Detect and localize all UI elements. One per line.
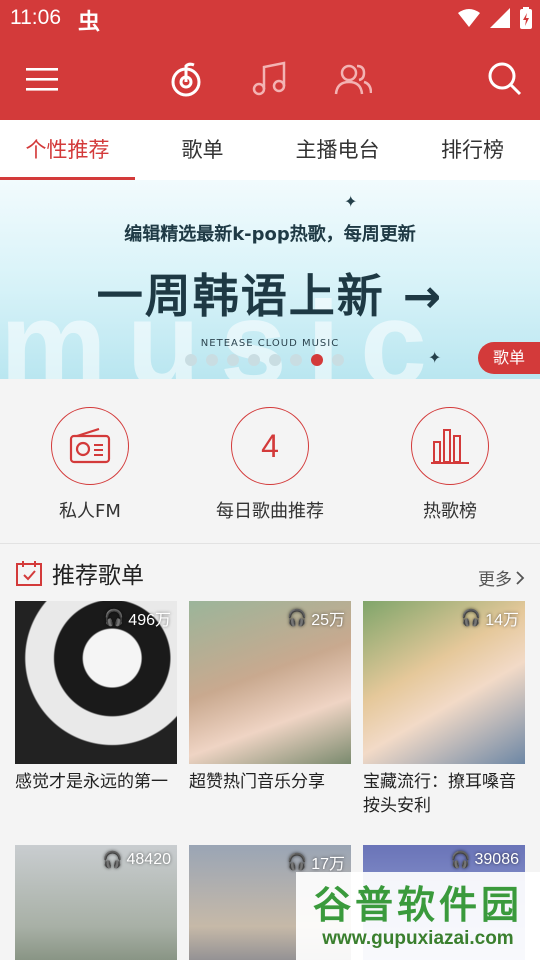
chevron-right-icon <box>516 570 525 585</box>
banner-dot[interactable] <box>206 354 218 366</box>
headphones-icon: 🎧 <box>104 610 125 627</box>
banner-dot[interactable] <box>332 354 344 366</box>
status-time: 11:06 <box>10 6 61 29</box>
quick-label: 热歌榜 <box>423 501 477 522</box>
play-count: 🎧 496万 <box>104 606 171 630</box>
banner-badge: 歌单 <box>478 342 540 374</box>
daily-number: 4 <box>261 427 279 464</box>
wifi-icon <box>458 9 480 27</box>
playlist-card[interactable]: 🎧 496万 感觉才是永远的第一 <box>15 601 177 794</box>
play-count-value: 14万 <box>485 612 519 629</box>
quick-label: 私人FM <box>59 501 121 522</box>
banner-dot[interactable] <box>185 354 197 366</box>
banner-subtitle: 编辑精选最新k-pop热歌，每周更新 <box>124 224 416 245</box>
playlist-card[interactable]: 🎧 14万 宝藏流行：撩耳嗓音按头安利 <box>363 601 525 818</box>
tab-playlists[interactable]: 歌单 <box>135 120 270 180</box>
quick-item-hot-chart[interactable]: 热歌榜 <box>380 407 520 523</box>
banner-pagination <box>185 354 344 366</box>
play-count: 🎧 25万 <box>287 606 345 630</box>
banner-dot[interactable] <box>311 354 323 366</box>
banner-dot[interactable] <box>290 354 302 366</box>
headphones-icon: 🎧 <box>461 610 482 627</box>
playlist-cover: 🎧 48420 <box>15 845 177 960</box>
playlist-cover: 🎧 496万 <box>15 601 177 764</box>
daily-date-badge: 4 <box>231 407 309 485</box>
tab-bar: 个性推荐 歌单 主播电台 排行榜 <box>0 120 540 180</box>
playlist-name: 感觉才是永远的第一 <box>15 772 168 792</box>
quick-label: 每日歌曲推荐 <box>216 501 324 522</box>
menu-icon[interactable] <box>24 60 62 98</box>
quick-entries: 私人FM 4 每日歌曲推荐 热歌榜 <box>0 379 540 544</box>
watermark-url: www.gupuxiazai.com <box>322 928 514 949</box>
system-icons <box>458 7 532 29</box>
play-count-value: 48420 <box>126 851 172 868</box>
headphones-icon: 🎧 <box>287 854 308 871</box>
headphones-icon: 🎧 <box>287 610 308 627</box>
playlist-name: 超赞热门音乐分享 <box>189 772 325 792</box>
section-header: 推荐歌单 <box>16 556 144 590</box>
banner-dot[interactable] <box>248 354 260 366</box>
tab-recommend[interactable]: 个性推荐 <box>0 120 135 180</box>
tab-charts[interactable]: 排行榜 <box>405 120 540 180</box>
quick-item-daily[interactable]: 4 每日歌曲推荐 <box>200 407 340 523</box>
radio-icon <box>51 407 129 485</box>
watermark-title: 谷普软件园 <box>312 883 523 927</box>
playlist-card[interactable]: 🎧 25万 超赞热门音乐分享 <box>189 601 351 794</box>
play-count: 🎧 39086 <box>451 850 519 870</box>
banner-brand: NETEASE CLOUD MUSIC <box>200 338 340 349</box>
play-count: 🎧 48420 <box>103 850 171 870</box>
search-icon[interactable] <box>486 60 524 98</box>
play-count-value: 496万 <box>128 612 171 629</box>
site-watermark: 谷普软件园 www.gupuxiazai.com <box>296 872 540 960</box>
toolbar <box>0 50 540 108</box>
headphones-icon: 🎧 <box>450 852 471 869</box>
banner-title: 一周韩语上新 → <box>96 269 444 323</box>
chart-bars-icon <box>411 407 489 485</box>
play-count: 🎧 17万 <box>287 850 345 874</box>
promo-banner[interactable]: music ✦ ✦ 编辑精选最新k-pop热歌，每周更新 一周韩语上新 → NE… <box>0 180 540 379</box>
more-label: 更多 <box>478 570 512 590</box>
app-header: 11:06 虫 <box>0 0 540 120</box>
friends-icon[interactable] <box>334 60 372 98</box>
playlist-name: 宝藏流行：撩耳嗓音按头安利 <box>363 772 516 816</box>
play-count: 🎧 14万 <box>461 606 519 630</box>
playlist-cover: 🎧 14万 <box>363 601 525 764</box>
tab-radio[interactable]: 主播电台 <box>270 120 405 180</box>
playlist-card[interactable]: 🎧 48420 <box>15 845 177 960</box>
netease-music-icon[interactable] <box>167 60 205 98</box>
banner-dot[interactable] <box>227 354 239 366</box>
headphones-icon: 🎧 <box>102 852 123 869</box>
cell-signal-icon <box>490 8 510 28</box>
quick-item-private-fm[interactable]: 私人FM <box>20 407 160 523</box>
notification-icon: 虫 <box>78 10 101 35</box>
calendar-icon <box>16 561 42 586</box>
battery-icon <box>520 7 532 29</box>
sparkle-icon: ✦ <box>428 348 442 367</box>
banner-dot[interactable] <box>269 354 281 366</box>
more-link[interactable]: 更多 <box>478 565 526 590</box>
play-count-value: 39086 <box>474 851 520 868</box>
playlist-cover: 🎧 25万 <box>189 601 351 764</box>
section-title: 推荐歌单 <box>52 563 144 589</box>
music-note-icon[interactable] <box>250 60 288 98</box>
play-count-value: 17万 <box>311 856 345 873</box>
play-count-value: 25万 <box>311 612 345 629</box>
sparkle-icon: ✦ <box>344 192 358 211</box>
status-bar: 11:06 虫 <box>0 0 540 38</box>
